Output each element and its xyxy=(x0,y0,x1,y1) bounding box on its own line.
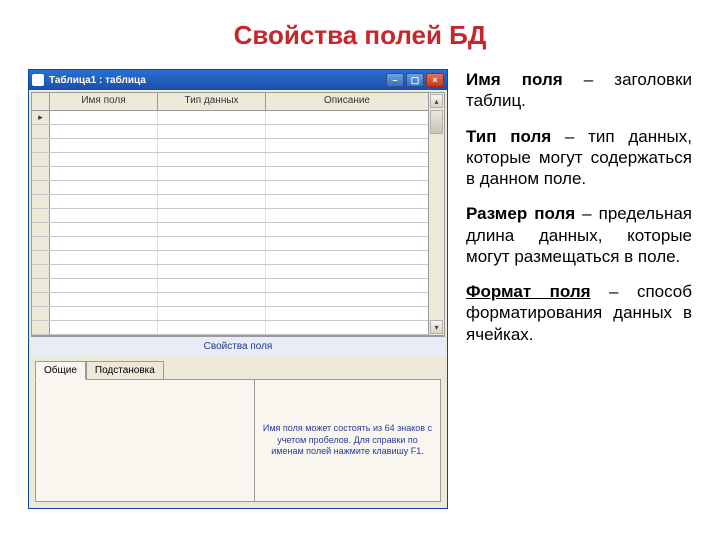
scroll-thumb[interactable] xyxy=(430,110,443,134)
minimize-button[interactable]: – xyxy=(386,73,404,87)
table-row[interactable] xyxy=(32,237,428,251)
grid-area: Имя поля Тип данных Описание ▸ xyxy=(29,90,447,508)
para-field-size: Размер поля – предельная длина данных, к… xyxy=(466,203,692,267)
tab-lookup[interactable]: Подстановка xyxy=(86,361,164,380)
properties-list[interactable] xyxy=(35,379,255,502)
content-row: Таблица1 : таблица – ▢ × Имя поля Тип да… xyxy=(0,69,720,509)
table-row[interactable]: ▸ xyxy=(32,111,428,125)
table-row[interactable] xyxy=(32,293,428,307)
tab-general[interactable]: Общие xyxy=(35,361,86,380)
col-description[interactable]: Описание xyxy=(266,93,428,110)
table-row[interactable] xyxy=(32,279,428,293)
table-row[interactable] xyxy=(32,167,428,181)
term: Размер поля xyxy=(466,204,575,223)
maximize-button[interactable]: ▢ xyxy=(406,73,424,87)
hint-panel: Имя поля может состоять из 64 знаков с у… xyxy=(255,379,441,502)
table-row[interactable] xyxy=(32,307,428,321)
page-title: Свойства полей БД xyxy=(0,0,720,69)
vertical-scrollbar[interactable]: ▴ ▾ xyxy=(429,92,445,336)
close-button[interactable]: × xyxy=(426,73,444,87)
term: Формат поля xyxy=(466,282,591,301)
col-field-name[interactable]: Имя поля xyxy=(50,93,158,110)
col-data-type[interactable]: Тип данных xyxy=(158,93,266,110)
window-title: Таблица1 : таблица xyxy=(49,75,146,86)
section-header: Свойства поля xyxy=(31,336,445,356)
tabs: Общие Подстановка xyxy=(35,360,441,379)
table-row[interactable] xyxy=(32,195,428,209)
titlebar: Таблица1 : таблица – ▢ × xyxy=(29,70,447,90)
table-row[interactable] xyxy=(32,223,428,237)
table-row[interactable] xyxy=(32,251,428,265)
table-row[interactable] xyxy=(32,139,428,153)
access-window: Таблица1 : таблица – ▢ × Имя поля Тип да… xyxy=(28,69,448,509)
term: Имя поля xyxy=(466,70,563,89)
scroll-down-button[interactable]: ▾ xyxy=(430,320,443,334)
descriptions: Имя поля – заголовки таблиц. Тип поля – … xyxy=(466,69,692,509)
table-row[interactable] xyxy=(32,153,428,167)
app-icon xyxy=(32,74,44,86)
table-row[interactable] xyxy=(32,265,428,279)
grid-header: Имя поля Тип данных Описание xyxy=(32,93,428,111)
para-field-name: Имя поля – заголовки таблиц. xyxy=(466,69,692,112)
para-field-format: Формат поля – способ форматирования данн… xyxy=(466,281,692,345)
table-row[interactable] xyxy=(32,181,428,195)
fields-grid[interactable]: Имя поля Тип данных Описание ▸ xyxy=(31,92,429,336)
para-field-type: Тип поля – тип данных, которые могут сод… xyxy=(466,126,692,190)
table-row[interactable] xyxy=(32,321,428,335)
properties-pane: Общие Подстановка Имя поля может состоят… xyxy=(31,356,445,506)
table-row[interactable] xyxy=(32,209,428,223)
table-row[interactable] xyxy=(32,125,428,139)
term: Тип поля xyxy=(466,127,551,146)
scroll-up-button[interactable]: ▴ xyxy=(430,94,443,108)
